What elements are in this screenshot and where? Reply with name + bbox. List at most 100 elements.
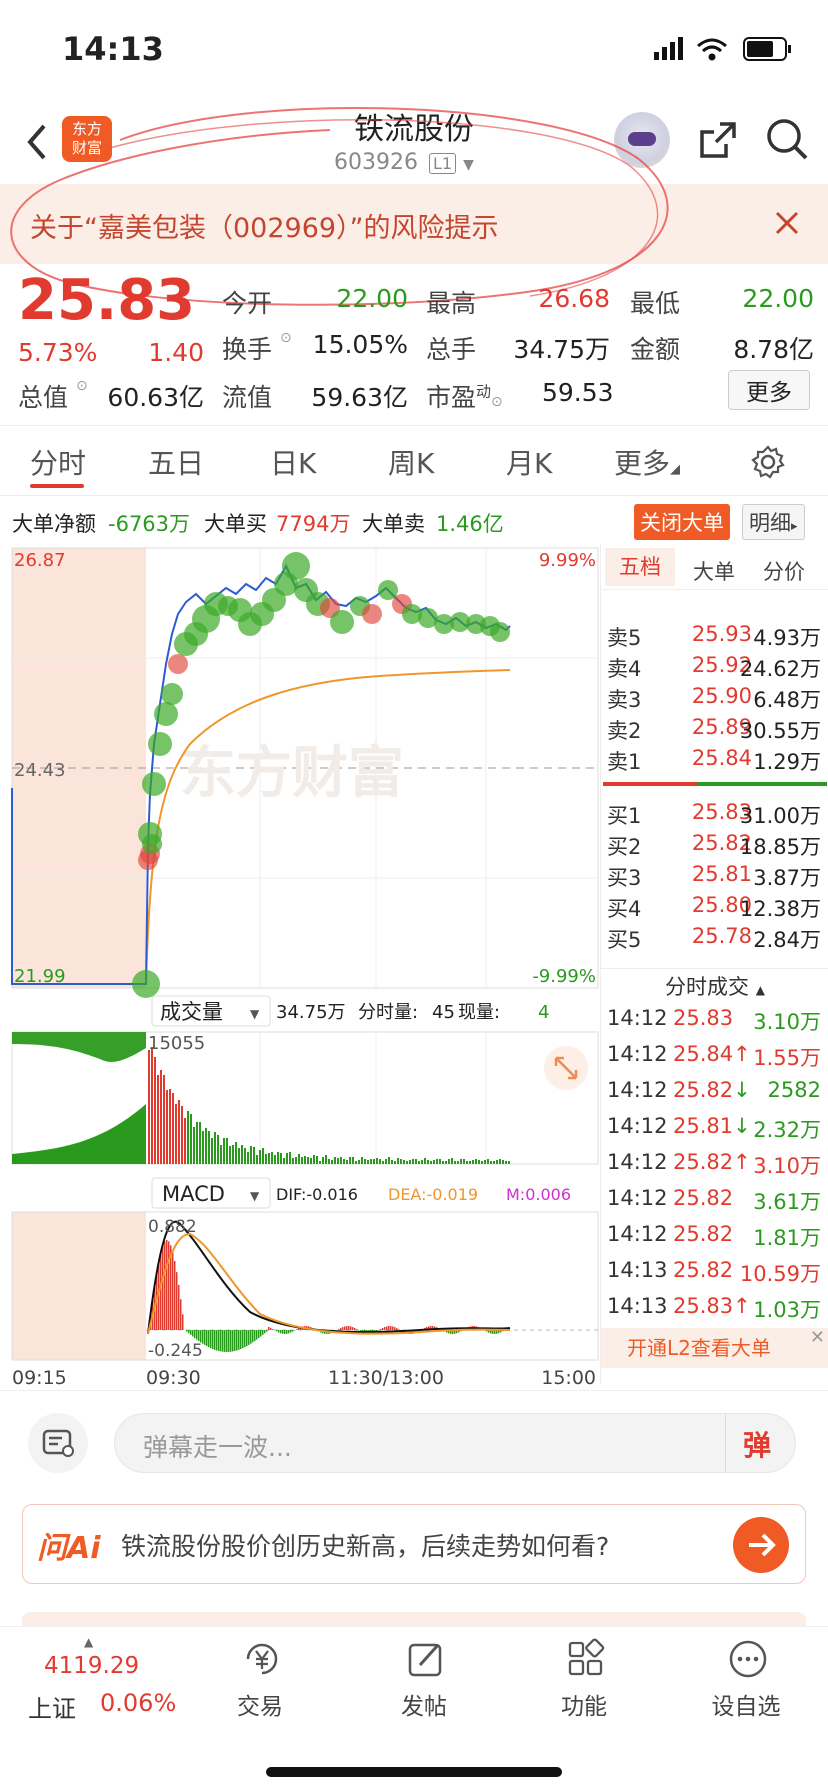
tick-price-cell: 25.82 bbox=[673, 1186, 765, 1210]
close-icon[interactable]: ✕ bbox=[810, 1318, 825, 1358]
volume-bar bbox=[154, 1057, 156, 1164]
tick-row: 14:13 25.83↑ 1.03万 bbox=[601, 1294, 828, 1330]
macd-bar bbox=[268, 1326, 270, 1330]
macd-bar bbox=[398, 1329, 400, 1330]
more-button[interactable]: 更多 bbox=[728, 370, 810, 410]
macd-bar bbox=[380, 1329, 382, 1330]
time-label-open: 09:30 bbox=[146, 1367, 201, 1389]
volume-bar bbox=[223, 1138, 225, 1164]
open-label: 今开 bbox=[222, 289, 273, 318]
volume-bar bbox=[253, 1147, 255, 1164]
change-value: 1.40 bbox=[148, 338, 204, 367]
volume-bar bbox=[229, 1146, 231, 1164]
tick-time: 14:12 bbox=[607, 1078, 668, 1102]
macd-bar bbox=[280, 1330, 282, 1334]
volume-bar bbox=[484, 1160, 486, 1164]
nav-post[interactable]: 发帖 bbox=[364, 1637, 484, 1733]
info-icon[interactable]: ⊙ bbox=[76, 378, 88, 394]
buy-level-row[interactable]: 买4 25.80 12.38万 bbox=[601, 893, 828, 927]
detail-button[interactable]: 明细▸ bbox=[742, 504, 805, 540]
big-order-bubble bbox=[490, 622, 510, 642]
sell-level-label: 卖5 bbox=[607, 626, 642, 650]
macd-bar bbox=[180, 1299, 182, 1330]
ticks-title[interactable]: 分时成交 ▲ bbox=[601, 968, 828, 1004]
volume-bar bbox=[487, 1159, 489, 1164]
volume-bar bbox=[481, 1161, 483, 1164]
tab-intraday[interactable]: 分时 bbox=[30, 442, 86, 482]
tab-monthly-k[interactable]: 月K bbox=[506, 442, 552, 482]
macd-high-label: 0.882 bbox=[148, 1217, 197, 1237]
index-name: 上证 bbox=[28, 1695, 76, 1723]
buy-level-row[interactable]: 买1 25.83 31.00万 bbox=[601, 800, 828, 834]
macd-bar bbox=[270, 1327, 272, 1330]
danmu-send-button[interactable]: 弹 bbox=[743, 1424, 771, 1464]
buy-level-label: 买5 bbox=[607, 928, 642, 952]
macd-bar bbox=[390, 1326, 392, 1330]
sell-level-row[interactable]: 卖5 25.93 4.93万 bbox=[601, 622, 828, 656]
nav-functions[interactable]: 功能 bbox=[524, 1637, 644, 1733]
tab-price-dist[interactable]: 分价 bbox=[763, 556, 805, 586]
index-ticker[interactable]: ▲ 4119.29 上证 0.06% bbox=[20, 1635, 180, 1735]
volume-bar bbox=[262, 1148, 264, 1164]
l2-promo-banner[interactable]: 开通L2查看大单 ✕ bbox=[601, 1327, 828, 1368]
buy-level-row[interactable]: 买5 25.78 2.84万 bbox=[601, 924, 828, 958]
volume-bar bbox=[208, 1131, 210, 1164]
pe-value: 59.53 bbox=[542, 378, 614, 407]
buy-level-row[interactable]: 买2 25.82 18.85万 bbox=[601, 831, 828, 865]
volume-bar bbox=[310, 1158, 312, 1164]
close-big-order-button[interactable]: 关闭大单 bbox=[634, 504, 730, 540]
ai-question-card[interactable]: 问Ai 铁流股份股价创历史新高，后续走势如何看? bbox=[22, 1504, 806, 1584]
chart-canvas[interactable]: 东方财富 26.87 24.43 21.99 9.99% -9.99% 成交量 … bbox=[0, 544, 600, 1394]
tab-more[interactable]: 更多◢ bbox=[614, 442, 680, 482]
danmu-input[interactable]: 弹幕走一波... 弹 bbox=[114, 1413, 796, 1473]
volume-bar bbox=[496, 1160, 498, 1164]
sell-level-price: 25.90 bbox=[691, 684, 752, 708]
volume-bar bbox=[298, 1154, 300, 1164]
tab-weekly-k[interactable]: 周K bbox=[388, 442, 434, 482]
settings-gear-icon[interactable] bbox=[750, 444, 786, 480]
sell-level-price: 25.84 bbox=[691, 746, 752, 770]
buy-label: 大单买 bbox=[204, 512, 267, 536]
buy-level-volume: 12.38万 bbox=[739, 897, 821, 921]
info-icon[interactable]: ⊙ bbox=[280, 330, 292, 346]
sell-level-row[interactable]: 卖1 25.84 1.29万 bbox=[601, 746, 828, 780]
volume-bar bbox=[244, 1148, 246, 1164]
tab-five-day[interactable]: 五日 bbox=[148, 442, 204, 482]
macd-bar bbox=[244, 1330, 246, 1348]
grid-icon bbox=[568, 1638, 605, 1676]
sell-level-label: 卖4 bbox=[607, 657, 642, 681]
share-icon[interactable] bbox=[696, 118, 740, 162]
tick-price: 25.82 bbox=[673, 1078, 734, 1102]
close-icon[interactable] bbox=[774, 210, 800, 236]
intraday-chart[interactable]: 东方财富 26.87 24.43 21.99 9.99% -9.99% 成交量 … bbox=[0, 544, 600, 1394]
macd-bar bbox=[276, 1330, 278, 1332]
sell-level-row[interactable]: 卖4 25.92 24.62万 bbox=[601, 653, 828, 687]
macd-bar bbox=[198, 1330, 200, 1341]
macd-bar bbox=[220, 1330, 222, 1352]
macd-bar bbox=[292, 1330, 294, 1332]
tick-arrow: ↓ bbox=[733, 1078, 751, 1102]
volume-value: 34.75万 bbox=[513, 335, 610, 364]
volume-bar bbox=[286, 1153, 288, 1164]
sell-level-volume: 1.29万 bbox=[753, 750, 821, 774]
search-icon[interactable] bbox=[764, 116, 810, 162]
order-book-tabs: 五档 大单 分价 bbox=[601, 544, 828, 590]
macd-bar bbox=[354, 1328, 356, 1330]
macd-bar bbox=[228, 1330, 230, 1352]
macd-bar bbox=[164, 1241, 166, 1330]
tab-big-orders[interactable]: 大单 bbox=[693, 556, 735, 586]
arrow-right-icon[interactable] bbox=[733, 1517, 789, 1573]
tick-time: 14:12 bbox=[607, 1006, 668, 1030]
volume-bar bbox=[187, 1111, 189, 1164]
sell-level-row[interactable]: 卖3 25.90 6.48万 bbox=[601, 684, 828, 718]
tab-daily-k[interactable]: 日K bbox=[270, 442, 316, 482]
pe-sup: 动 bbox=[476, 382, 492, 401]
tick-price-cell: 25.83↑ bbox=[673, 1294, 765, 1318]
tab-five-levels[interactable]: 五档 bbox=[605, 548, 675, 586]
buy-level-row[interactable]: 买3 25.81 3.87万 bbox=[601, 862, 828, 896]
nav-trade[interactable]: 交易 bbox=[200, 1637, 320, 1733]
danmu-toggle-icon[interactable] bbox=[28, 1413, 88, 1473]
sell-level-row[interactable]: 卖2 25.89 30.55万 bbox=[601, 715, 828, 749]
tick-volume: 3.10万 bbox=[753, 1154, 821, 1178]
nav-add-watchlist[interactable]: 设自选 bbox=[686, 1637, 806, 1733]
